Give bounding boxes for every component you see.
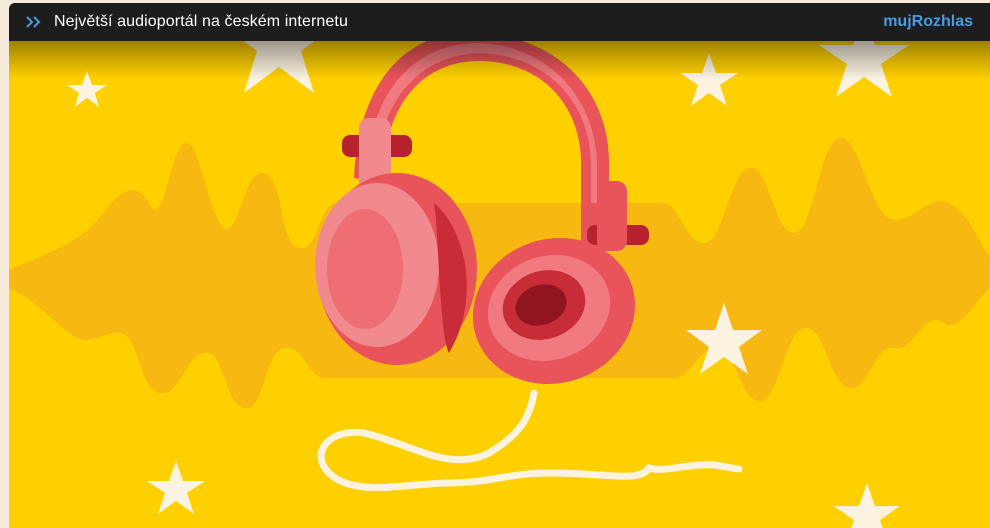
promo-card[interactable]: Největší audioportál na českém internetu… <box>9 3 990 528</box>
double-chevron-right-icon[interactable] <box>22 10 46 34</box>
headphones-illustration <box>9 3 990 528</box>
yoke-right <box>597 181 627 251</box>
promo-title: Největší audioportál na českém internetu <box>54 13 348 30</box>
promo-header-bar[interactable]: Největší audioportál na českém internetu… <box>9 3 990 41</box>
brand-logo[interactable]: mujRozhlas <box>883 13 973 31</box>
